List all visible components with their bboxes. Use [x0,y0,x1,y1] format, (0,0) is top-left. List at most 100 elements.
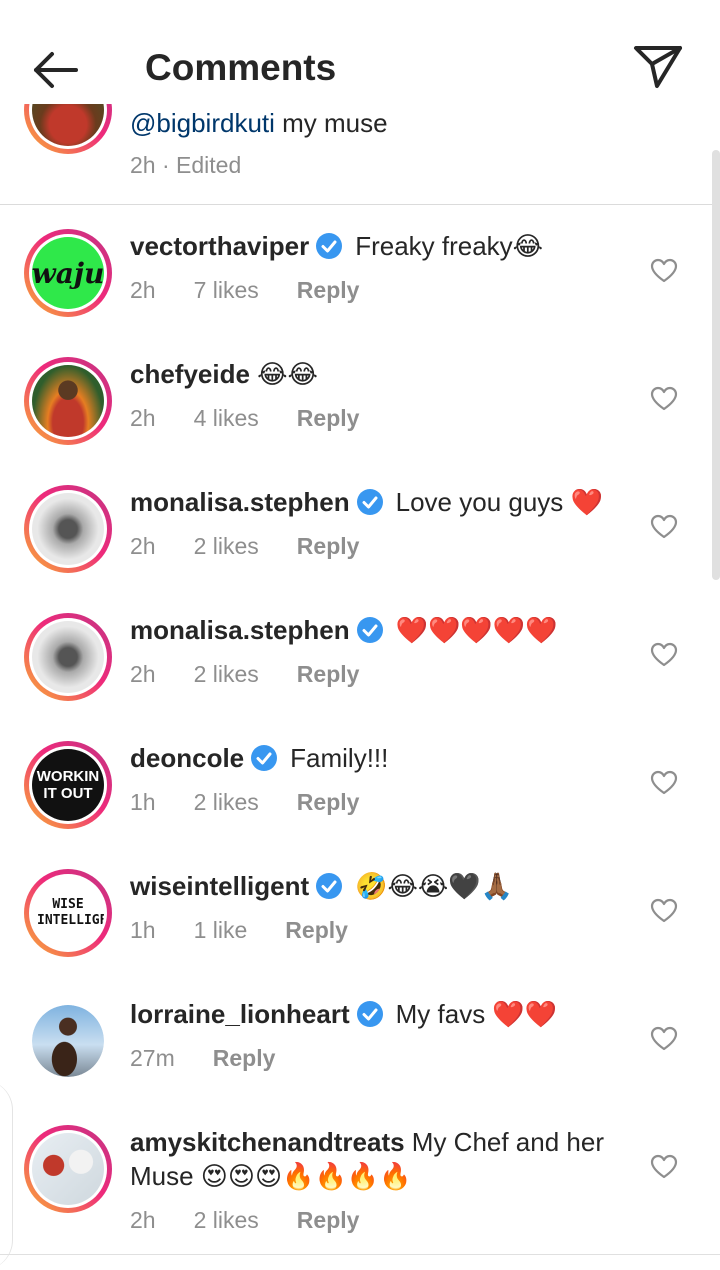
heart-icon[interactable] [650,897,678,925]
reply-button[interactable]: Reply [297,1207,360,1233]
reply-button[interactable]: Reply [297,661,360,687]
comment-time: 2h [130,152,156,178]
comment-meta: 2h 7 likes Reply [130,277,397,304]
comment-body: Freaky freaky😂 [355,231,544,261]
username-link[interactable]: monalisa.stephen [130,615,350,645]
reply-button[interactable]: Reply [297,533,360,559]
avatar[interactable]: waju [24,229,112,317]
heart-icon[interactable] [650,641,678,669]
comment-body: ❤️❤️❤️❤️❤️ [395,615,558,645]
likes-count[interactable]: 2 likes [194,533,259,559]
comment-meta: 2h 2 likes Reply [130,661,397,688]
verified-badge-icon [356,617,383,643]
avatar[interactable] [24,997,112,1085]
comment-time: 2h [130,405,156,431]
avatar[interactable] [24,485,112,573]
mention-link[interactable]: @bigbirdkuti [130,108,275,138]
username-link[interactable]: vectorthaviper [130,231,309,261]
comment-meta: 1h 1 like Reply [130,917,386,944]
comment-text: chefyeide 😂😂 [130,357,630,391]
comment-body: Family!!! [290,743,389,773]
avatar[interactable] [24,613,112,701]
back-button[interactable] [30,44,82,96]
heart-icon[interactable] [650,769,678,797]
comment-text: deoncole Family!!! [130,741,630,775]
heart-icon[interactable] [650,385,678,413]
verified-badge-icon [316,233,343,259]
comment-text: monalisa.stephen ❤️❤️❤️❤️❤️ [130,613,630,647]
comment-row: lorraine_lionheart My favs ❤️❤️ 27m Reply [0,973,720,1101]
username-link[interactable]: chefyeide [130,359,250,389]
comment-time: 1h [130,917,156,943]
comment-time: 1h [130,789,156,815]
comment-list[interactable]: @bigbirdkuti my muse 2h · Edited waju ve… [0,104,720,1268]
comment-time: 2h [130,533,156,559]
comment-time: 2h [130,277,156,303]
comment-meta: 2h 4 likes Reply [130,405,397,432]
comment-body: 🤣😂😭🖤🙏🏾 [355,871,514,901]
comment-row: WISE INTELLIGENT wiseintelligent 🤣😂😭🖤🙏🏾 1… [0,845,720,973]
avatar[interactable] [24,104,112,154]
likes-count[interactable]: 1 like [194,917,248,943]
comment-text: monalisa.stephen Love you guys ❤️ [130,485,630,519]
comment-row: WORKIN IT OUT deoncole Family!!! 1h 2 like… [0,717,720,845]
arrow-left-icon [34,52,78,88]
divider [0,1254,720,1255]
comment-meta: 27m Reply [130,1045,313,1072]
likes-count[interactable]: 2 likes [194,789,259,815]
comment-meta: 2h 2 likes Reply [130,1207,397,1234]
reply-button[interactable]: Reply [285,917,348,943]
comment-body: my muse [274,108,388,138]
comment-meta: 1h 2 likes Reply [130,789,397,816]
comment-text: lorraine_lionheart My favs ❤️❤️ [130,997,630,1031]
comment-time: 2h [130,661,156,687]
heart-icon[interactable] [650,1153,678,1181]
edited-label: · Edited [161,152,242,178]
heart-icon[interactable] [650,257,678,285]
edge-swipe-handle[interactable] [0,1080,13,1270]
comment-text: wiseintelligent 🤣😂😭🖤🙏🏾 [130,869,630,903]
username-link[interactable]: monalisa.stephen [130,487,350,517]
comment-body: My favs ❤️❤️ [395,999,558,1029]
comment-row: amyskitchenandtreats My Chef and her Mus… [0,1101,720,1261]
likes-count[interactable]: 7 likes [194,277,259,303]
username-link[interactable]: amyskitchenandtreats [130,1127,405,1157]
heart-icon[interactable] [650,1025,678,1053]
reply-button[interactable]: Reply [297,405,360,431]
verified-badge-icon [356,489,383,515]
avatar[interactable]: WORKIN IT OUT [24,741,112,829]
username-link[interactable]: lorraine_lionheart [130,999,350,1029]
avatar-logo-text: WORKIN IT OUT [36,768,100,802]
comment-text: vectorthaviper Freaky freaky😂 [130,229,630,263]
comment-text: @bigbirdkuti my muse [130,108,388,138]
likes-count[interactable]: 4 likes [194,405,259,431]
comment-partial: @bigbirdkuti my muse 2h · Edited [0,104,720,204]
likes-count[interactable]: 2 likes [194,661,259,687]
page-title: Comments [145,47,337,88]
scrollbar[interactable] [712,150,720,580]
reply-button[interactable]: Reply [297,277,360,303]
comment-time: 2h [130,1207,156,1233]
comment-row: monalisa.stephen Love you guys ❤️ 2h 2 lik… [0,461,720,589]
verified-badge-icon [356,1001,383,1027]
avatar[interactable]: WISE INTELLIGENT [24,869,112,957]
share-button[interactable] [632,40,684,92]
avatar[interactable] [24,1125,112,1213]
comment-body: 😂😂 [249,359,318,389]
comment-meta: 2h 2 likes Reply [130,533,397,560]
heart-icon[interactable] [650,513,678,541]
likes-count[interactable]: 2 likes [194,1207,259,1233]
reply-button[interactable]: Reply [213,1045,276,1071]
comment-time: 27m [130,1045,175,1071]
header: Comments [0,0,720,104]
username-link[interactable]: deoncole [130,743,244,773]
username-link[interactable]: wiseintelligent [130,871,309,901]
paper-plane-icon [634,46,682,88]
reply-button[interactable]: Reply [297,789,360,815]
verified-badge-icon [316,873,343,899]
comment-body: Love you guys ❤️ [395,487,603,517]
verified-badge-icon [251,745,278,771]
avatar-logo-text: WISE INTELLIGENT [37,897,104,928]
avatar[interactable] [24,357,112,445]
comment-row: chefyeide 😂😂 2h 4 likes Reply [0,333,720,461]
